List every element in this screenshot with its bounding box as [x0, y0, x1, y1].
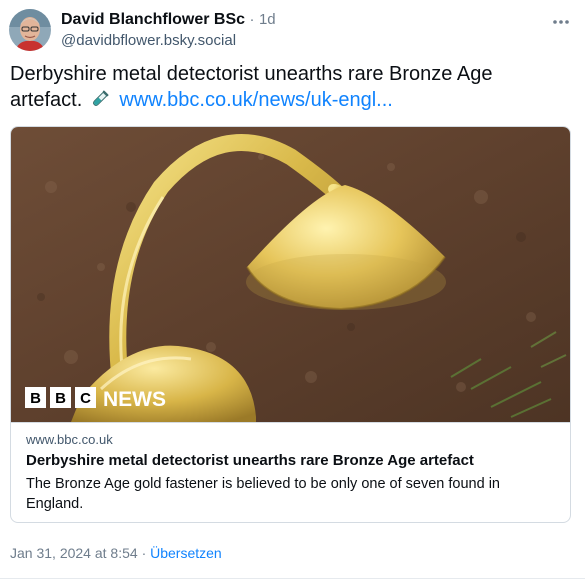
translate-link[interactable]: Übersetzen [150, 545, 222, 561]
author-row: David Blanchflower BSc · 1d [61, 10, 555, 30]
header-separator: · [249, 11, 255, 28]
svg-text:NEWS: NEWS [103, 388, 166, 411]
footer-separator: · [141, 545, 147, 561]
card-domain: www.bbc.co.uk [26, 432, 113, 447]
card-description: The Bronze Age gold fastener is believed… [26, 476, 500, 512]
card-title: Derbyshire metal detectorist unearths ra… [26, 452, 474, 469]
post-text: Derbyshire metal detectorist unearths ra… [10, 61, 570, 116]
post-link[interactable]: www.bbc.co.uk/news/uk-engl... [119, 89, 392, 111]
test-tube-icon [90, 89, 110, 116]
card-image[interactable]: B B C NEWS [11, 127, 570, 422]
author-display-name[interactable]: David Blanchflower BSc [61, 11, 245, 28]
post-age[interactable]: 1d [259, 11, 276, 28]
card-body[interactable]: www.bbc.co.uk Derbyshire metal detectori… [11, 422, 570, 514]
link-preview-card[interactable]: B B C NEWS www.bbc.co.uk Derbyshire meta… [10, 126, 571, 523]
avatar[interactable] [9, 9, 51, 51]
author-handle[interactable]: @davidbflower.bsky.social [61, 31, 555, 51]
more-options-icon[interactable] [551, 12, 571, 32]
post: David Blanchflower BSc · 1d @davidbflowe… [0, 0, 585, 579]
post-timestamp: Jan 31, 2024 at 8:54 [10, 545, 138, 561]
svg-text:B: B [30, 390, 41, 407]
svg-text:C: C [80, 390, 91, 407]
svg-text:B: B [55, 390, 66, 407]
post-footer: Jan 31, 2024 at 8:54 · Übersetzen [10, 545, 222, 561]
post-header: David Blanchflower BSc · 1d @davidbflowe… [61, 10, 555, 51]
